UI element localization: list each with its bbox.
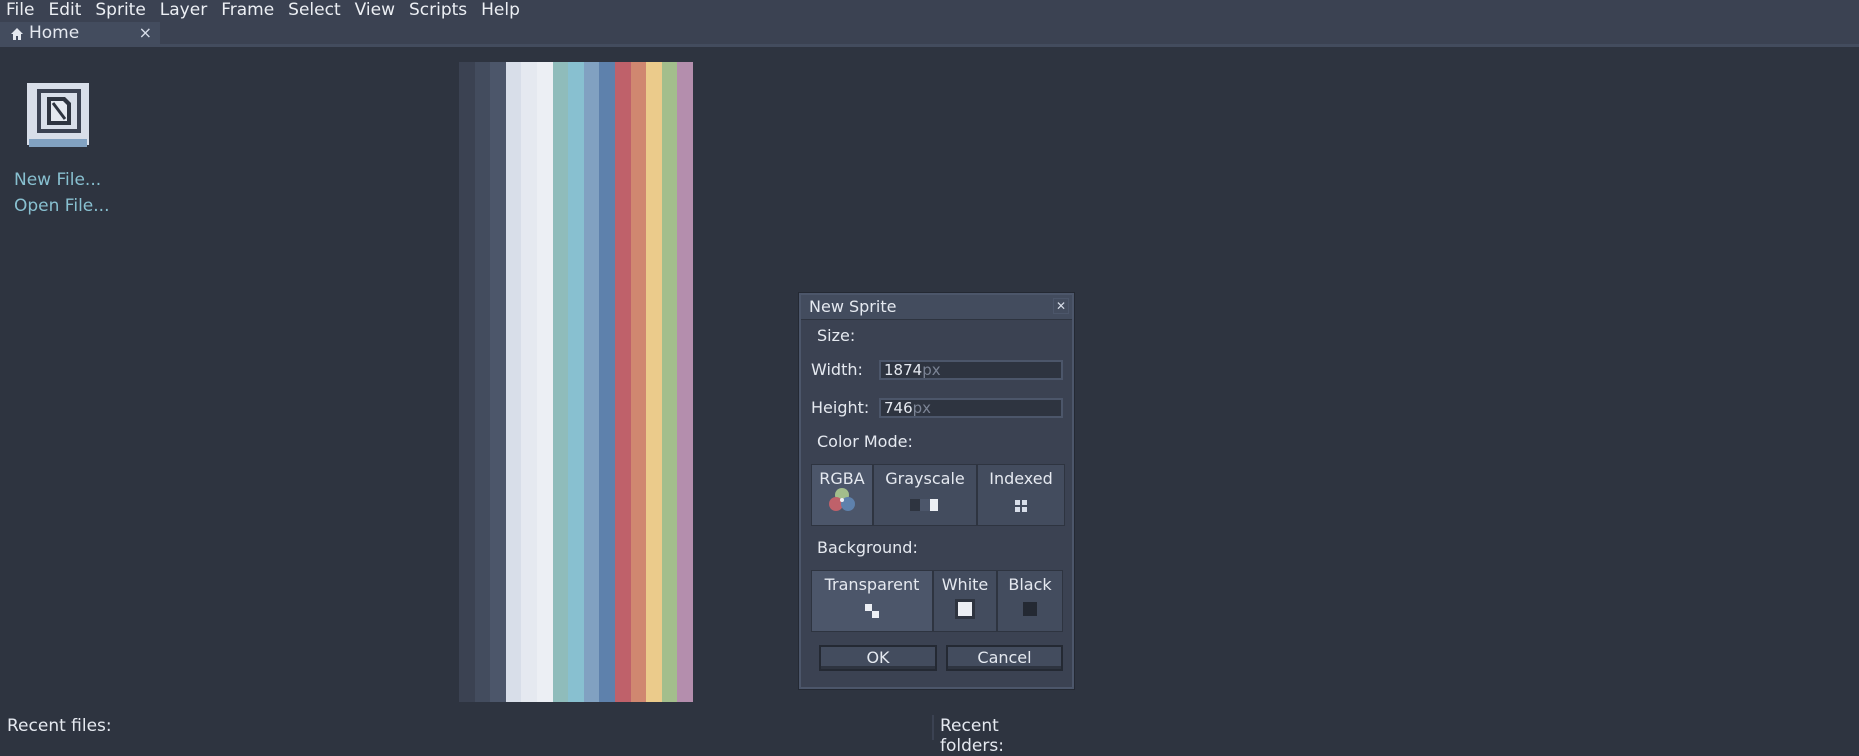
palette-swatch[interactable] — [646, 62, 662, 702]
background-transparent[interactable]: Transparent — [811, 570, 933, 632]
checker-icon — [864, 603, 880, 623]
recent-files-label: Recent files: — [7, 716, 112, 736]
color-mode-rgba-label: RGBA — [819, 469, 865, 488]
menu-edit[interactable]: Edit — [42, 0, 89, 20]
palette-swatch[interactable] — [614, 62, 631, 702]
recent-folders-label: Recent folders: — [940, 716, 1004, 756]
background-group: Transparent White Black — [811, 570, 1063, 634]
palette-swatch[interactable] — [583, 62, 600, 702]
height-field[interactable]: 746 px — [879, 398, 1063, 418]
tab-home[interactable]: Home × — [0, 22, 160, 44]
menu-view[interactable]: View — [349, 0, 403, 20]
new-file-link[interactable]: New File... — [14, 170, 101, 190]
palette-swatch[interactable] — [474, 62, 491, 702]
height-value: 746 — [884, 399, 913, 417]
color-mode-group: RGBA Grayscale Indexed — [811, 464, 1065, 528]
width-unit: px — [922, 361, 941, 379]
rgba-icon — [825, 487, 859, 517]
menu-frame[interactable]: Frame — [215, 0, 282, 20]
indexed-icon — [1014, 498, 1028, 517]
menu-bar: File Edit Sprite Layer Frame Select View… — [0, 0, 1859, 20]
palette-swatch[interactable] — [677, 62, 693, 702]
palette-swatch[interactable] — [661, 62, 678, 702]
close-icon[interactable]: × — [139, 23, 152, 42]
divider — [932, 715, 934, 740]
tab-home-label: Home — [29, 23, 80, 43]
color-mode-grayscale-label: Grayscale — [885, 469, 965, 488]
background-black-label: Black — [1008, 575, 1052, 594]
background-transparent-label: Transparent — [824, 575, 920, 594]
cancel-button[interactable]: Cancel — [946, 645, 1063, 671]
palette-strip — [459, 62, 693, 702]
menu-layer[interactable]: Layer — [154, 0, 215, 20]
new-file-icon — [25, 81, 95, 153]
menu-scripts[interactable]: Scripts — [403, 0, 475, 20]
background-white-label: White — [941, 575, 989, 594]
palette-swatch[interactable] — [536, 62, 553, 702]
menu-file[interactable]: File — [0, 0, 42, 20]
size-label: Size: — [817, 326, 856, 345]
palette-swatch[interactable] — [599, 62, 615, 702]
dialog-title: New Sprite — [809, 297, 897, 316]
menu-select[interactable]: Select — [282, 0, 348, 20]
color-mode-indexed[interactable]: Indexed — [977, 464, 1065, 526]
palette-swatch[interactable] — [505, 62, 522, 702]
dialog-titlebar[interactable]: New Sprite ✕ — [801, 295, 1072, 320]
palette-swatch[interactable] — [552, 62, 569, 702]
menu-help[interactable]: Help — [475, 0, 528, 20]
home-icon — [10, 26, 24, 40]
black-swatch-icon — [1020, 599, 1040, 623]
width-label: Width: — [811, 360, 863, 379]
background-white[interactable]: White — [933, 570, 997, 632]
ok-button[interactable]: OK — [819, 645, 937, 671]
new-sprite-dialog: New Sprite ✕ Size: Width: 1874 px Height:… — [799, 293, 1074, 689]
home-panel: New File... Open File... Recent files: R… — [0, 47, 1004, 756]
color-mode-grayscale[interactable]: Grayscale — [873, 464, 977, 526]
open-file-link[interactable]: Open File... — [14, 196, 109, 216]
width-value: 1874 — [884, 361, 923, 379]
palette-swatch[interactable] — [490, 62, 506, 702]
tab-bar: Home × — [0, 20, 1859, 47]
width-field[interactable]: 1874 px — [879, 360, 1063, 380]
color-mode-indexed-label: Indexed — [989, 469, 1053, 488]
palette-swatch[interactable] — [459, 62, 475, 702]
color-mode-rgba[interactable]: RGBA — [811, 464, 873, 526]
menu-sprite[interactable]: Sprite — [89, 0, 153, 20]
grayscale-icon — [910, 497, 940, 517]
background-label: Background: — [817, 538, 918, 557]
close-icon[interactable]: ✕ — [1053, 298, 1069, 314]
palette-swatch[interactable] — [568, 62, 584, 702]
palette-swatch[interactable] — [521, 62, 537, 702]
background-black[interactable]: Black — [997, 570, 1063, 632]
height-unit: px — [912, 399, 932, 417]
palette-swatch[interactable] — [630, 62, 647, 702]
white-swatch-icon — [955, 599, 975, 623]
height-label: Height: — [811, 398, 870, 417]
color-mode-label: Color Mode: — [817, 432, 913, 451]
